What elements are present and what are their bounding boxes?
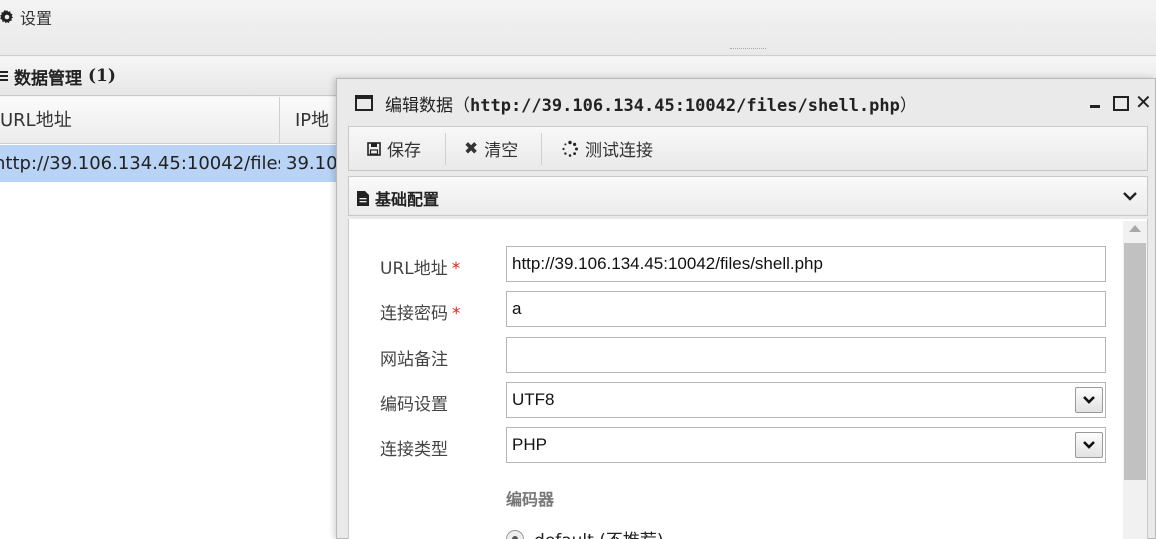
form-row-conn-type: 连接类型 PHP [349,427,1109,463]
dialog-title-url: http://39.106.134.45:10042/files/shell.p… [470,96,900,116]
data-grid: URL地址 IP地 http://39.106.134.45:10042/fil… [0,97,340,539]
form-row-encoding: 编码设置 UTF8 [349,382,1109,418]
encoder-option-default[interactable]: default (不推荐) [506,526,663,539]
save-button[interactable]: 保存 [367,127,421,170]
conn-type-select[interactable]: PHP [506,427,1106,463]
conn-type-value: PHP [512,435,547,454]
conn-type-dropdown-button[interactable] [1075,432,1103,458]
note-label: 网站备注 [380,350,448,370]
window-controls: ✕ [1087,91,1152,113]
save-label: 保存 [387,141,421,161]
dialog-title: 编辑数据（http://39.106.134.45:10042/files/sh… [385,91,917,116]
toolbar-divider [445,133,446,165]
column-header-ip[interactable]: IP地 [281,97,341,144]
url-input[interactable]: http://39.106.134.45:10042/files/shell.p… [506,246,1106,282]
x-icon: ✖ [464,138,479,159]
form-scrollbar[interactable] [1123,221,1147,539]
minimize-icon[interactable] [1087,94,1103,110]
clear-button[interactable]: ✖ 清空 [464,127,518,170]
close-icon[interactable]: ✕ [1135,92,1152,112]
basic-config-accordion[interactable]: 基础配置 [348,176,1148,216]
password-label: 连接密码 * [380,304,461,324]
scrollbar-thumb[interactable] [1124,243,1146,480]
test-connection-button[interactable]: 测试连接 [561,127,653,170]
accordion-title: 基础配置 [357,186,439,210]
chevron-down-icon [1123,192,1137,201]
settings-menu[interactable]: 设置 [0,6,52,28]
cell-ip: 39.106.134.45 [286,153,340,174]
form-row-note: 网站备注 [349,337,1109,373]
encoder-option-label: default (不推荐) [534,526,663,539]
chevron-down-icon [1083,441,1095,449]
settings-label: 设置 [20,9,53,28]
dialog-title-prefix: 编辑数据（ [385,96,470,116]
url-label: URL地址 * [380,259,461,279]
chevron-down-icon [1083,396,1095,404]
table-row[interactable]: http://39.106.134.45:10042/files/shell.p… [0,145,340,182]
splitter-grip[interactable] [730,48,766,50]
conn-type-label: 连接类型 [380,440,448,460]
window-icon [355,95,373,111]
list-icon [0,71,8,81]
encoding-label: 编码设置 [380,395,448,415]
config-form: URL地址 * http://39.106.134.45:10042/files/… [348,219,1148,539]
scroll-up-icon[interactable] [1129,225,1141,232]
column-header-url[interactable]: URL地址 [0,97,280,144]
cell-url: http://39.106.134.45:10042/files/shell.p… [0,153,280,174]
edit-data-dialog: 编辑数据（http://39.106.134.45:10042/files/sh… [336,78,1156,539]
encoding-value: UTF8 [512,390,555,409]
data-manager-title: 数据管理 [14,68,82,89]
document-icon [357,190,369,206]
dialog-titlebar[interactable]: 编辑数据（http://39.106.134.45:10042/files/sh… [337,79,1156,125]
floppy-icon [367,141,381,156]
spinner-icon [562,140,578,157]
encoding-dropdown-button[interactable] [1075,387,1103,413]
maximize-icon[interactable] [1111,94,1129,111]
test-connection-label: 测试连接 [585,141,653,161]
toolbar-divider [541,133,542,165]
accordion-label: 基础配置 [375,190,440,209]
dialog-title-suffix: ） [899,96,917,116]
clear-label: 清空 [484,141,519,161]
grid-header: URL地址 IP地 [0,97,340,144]
encoder-section-label: 编码器 [506,490,555,509]
radio-button[interactable] [506,529,524,539]
settings-bar: 设置 [0,0,1156,56]
note-input[interactable] [506,337,1106,373]
form-row-url: URL地址 * http://39.106.134.45:10042/files/… [349,246,1109,282]
password-input[interactable]: a [506,291,1106,327]
data-manager-count: (1) [88,66,116,86]
encoding-select[interactable]: UTF8 [506,382,1106,418]
dialog-toolbar: 保存 ✖ 清空 测试连接 [348,126,1148,171]
gear-icon [0,10,14,24]
form-row-password: 连接密码 * a [349,291,1109,327]
